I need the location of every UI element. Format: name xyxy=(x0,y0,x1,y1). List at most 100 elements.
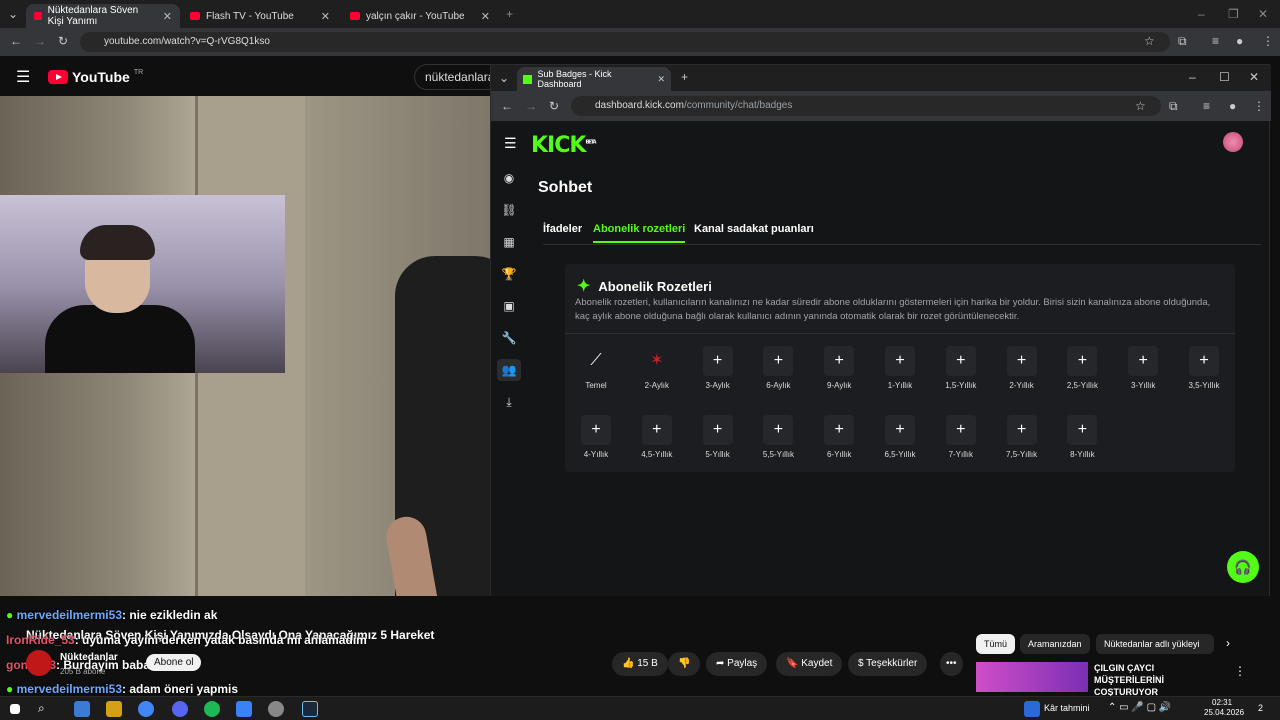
media-icon[interactable]: ≡ xyxy=(1203,99,1210,113)
subscribe-button[interactable]: Abone ol xyxy=(146,654,202,671)
profile-avatar-icon[interactable]: ● xyxy=(1236,34,1243,48)
weather-text[interactable]: Kâr tahmini xyxy=(1044,703,1090,713)
badge-slot[interactable]: +6-Aylık xyxy=(749,346,807,390)
clock-date[interactable]: 25.04.2026 xyxy=(1204,708,1244,717)
extensions-icon[interactable]: ⧉ xyxy=(1178,34,1187,49)
chip-next-icon[interactable]: › xyxy=(1226,636,1230,650)
red-figure-badge-icon[interactable]: ✶ xyxy=(642,346,672,376)
forward-icon[interactable]: → xyxy=(525,99,537,113)
badge-slot[interactable]: +3-Yıllık xyxy=(1114,346,1172,390)
minimize-icon[interactable]: – xyxy=(1198,7,1205,21)
back-icon[interactable]: ← xyxy=(501,99,513,113)
add-badge-icon[interactable]: + xyxy=(641,415,672,445)
youtube-logo[interactable]: YouTube TR xyxy=(48,69,143,85)
address-bar[interactable]: youtube.com/watch?v=Q-rVG8Q1kso xyxy=(80,32,1170,52)
clock-time[interactable]: 02:31 xyxy=(1212,698,1232,707)
add-badge-icon[interactable]: + xyxy=(763,346,794,376)
channel-name[interactable]: Nüktedanlar xyxy=(60,652,118,663)
badge-slot[interactable]: +9-Aylık xyxy=(810,346,868,390)
search-icon[interactable]: ⌕ xyxy=(38,701,45,716)
badge-slot[interactable]: +1-Yıllık xyxy=(871,346,929,390)
outer-tab-1[interactable]: Nüktedanlara Söven Kişi Yanımı ✕ xyxy=(26,4,180,28)
badge-slot[interactable]: +2,5-Yıllık xyxy=(1053,346,1111,390)
badge-slot[interactable]: +6-Yıllık xyxy=(810,415,868,459)
close-tab-icon[interactable]: ✕ xyxy=(657,74,665,85)
badge-slot[interactable]: +6,5-Yıllık xyxy=(871,415,929,459)
close-window-icon[interactable]: ✕ xyxy=(1249,70,1259,84)
support-button[interactable]: 🎧 xyxy=(1227,551,1259,583)
badge-slot[interactable]: ⟋ Temel xyxy=(567,346,625,390)
hamburger-menu-icon[interactable]: ☰ xyxy=(504,135,517,152)
add-badge-icon[interactable]: + xyxy=(581,415,611,445)
badge-slot[interactable]: +7,5-Yıllık xyxy=(993,415,1051,459)
analytics-icon[interactable]: ▦ xyxy=(497,231,521,253)
recommendation-menu-icon[interactable]: ⋮ xyxy=(1234,664,1246,678)
close-tab-icon[interactable]: ✕ xyxy=(163,10,172,23)
more-actions-button[interactable]: ••• xyxy=(940,652,963,676)
chip-uploader[interactable]: Nüktedanlar adlı yükleyi xyxy=(1096,634,1214,654)
profile-avatar-icon[interactable]: ● xyxy=(1229,99,1236,113)
badge-slot[interactable]: +1,5-Yıllık xyxy=(932,346,990,390)
badge-slot[interactable]: +2-Yıllık xyxy=(993,346,1051,390)
sperm-badge-icon[interactable]: ⟋ xyxy=(581,346,611,376)
chip-from-search[interactable]: Aramanızdan xyxy=(1020,634,1090,654)
bookmark-star-icon[interactable]: ☆ xyxy=(1135,99,1146,113)
tray-icons[interactable]: ⌃ ▭ 🎤 ▢ 🔊 xyxy=(1108,702,1171,713)
discord-icon[interactable] xyxy=(172,701,188,717)
badge-slot[interactable]: +8-Yıllık xyxy=(1053,415,1111,459)
tab-emotes[interactable]: İfadeler xyxy=(543,223,582,235)
bookmark-star-icon[interactable]: ☆ xyxy=(1144,34,1155,48)
close-window-icon[interactable]: ✕ xyxy=(1258,7,1268,21)
tab-list-icon[interactable]: ⌄ xyxy=(8,7,18,21)
add-badge-icon[interactable]: + xyxy=(885,346,915,376)
badge-slot[interactable]: +5-Yıllık xyxy=(689,415,747,459)
add-badge-icon[interactable]: + xyxy=(1189,346,1219,376)
tab-sub-badges[interactable]: Abonelik rozetleri xyxy=(593,223,686,243)
forward-icon[interactable]: → xyxy=(34,34,46,48)
outer-tab-3[interactable]: yalçın çakır - YouTube ✕ xyxy=(342,4,498,28)
add-badge-icon[interactable]: + xyxy=(945,415,976,445)
recommendation-title[interactable]: ÇILGIN ÇAYCI MÜŞTERİLERİNİ COŞTURUYOR xyxy=(1094,662,1224,698)
channel-avatar[interactable] xyxy=(26,650,52,676)
address-bar[interactable]: dashboard.kick.com/community/chat/badges xyxy=(571,96,1161,116)
add-badge-icon[interactable]: + xyxy=(702,415,733,445)
add-badge-icon[interactable]: + xyxy=(824,415,855,445)
add-badge-icon[interactable]: + xyxy=(945,346,976,376)
media-icon[interactable]: ≡ xyxy=(1212,34,1219,48)
recommendation-thumbnail[interactable] xyxy=(976,662,1088,692)
add-badge-icon[interactable]: + xyxy=(1006,415,1037,445)
dislike-button[interactable]: 👎 xyxy=(668,652,701,676)
new-tab-icon[interactable]: + xyxy=(506,7,513,21)
extensions-icon[interactable]: ⧉ xyxy=(1169,99,1178,114)
hamburger-menu-icon[interactable]: ☰ xyxy=(16,67,30,87)
tab-list-icon[interactable]: ⌄ xyxy=(499,71,509,85)
like-button[interactable]: 👍 15 B xyxy=(612,652,668,676)
stream-icon[interactable]: ◉ xyxy=(497,167,521,189)
add-badge-icon[interactable]: + xyxy=(824,346,855,376)
reload-icon[interactable]: ↻ xyxy=(58,34,68,48)
back-icon[interactable]: ← xyxy=(10,34,22,48)
obs-icon[interactable] xyxy=(268,701,284,717)
link-icon[interactable]: ⛓ xyxy=(497,199,521,221)
trophy-icon[interactable]: 🏆 xyxy=(497,263,521,285)
badge-slot[interactable]: +7-Yıllık xyxy=(932,415,990,459)
add-badge-icon[interactable]: + xyxy=(1067,346,1098,376)
add-badge-icon[interactable]: + xyxy=(1067,415,1098,445)
badge-slot[interactable]: +4,5-Yıllık xyxy=(628,415,686,459)
inner-tab-kick[interactable]: Sub Badges - Kick Dashboard ✕ xyxy=(517,67,671,91)
steam-icon[interactable] xyxy=(302,701,318,717)
share-button[interactable]: ➦ Paylaş xyxy=(706,652,768,676)
download-icon[interactable]: ⤓ xyxy=(497,391,521,413)
chip-all[interactable]: Tümü xyxy=(976,634,1016,654)
spotify-icon[interactable] xyxy=(204,701,220,717)
add-badge-icon[interactable]: + xyxy=(1006,346,1037,376)
outer-tab-2[interactable]: Flash TV - YouTube ✕ xyxy=(182,4,338,28)
badge-slot[interactable]: +3-Aylık xyxy=(689,346,747,390)
community-icon[interactable]: 👥 xyxy=(497,359,521,381)
chrome-icon[interactable] xyxy=(138,701,154,717)
badge-slot[interactable]: +5,5-Yıllık xyxy=(749,415,807,459)
add-badge-icon[interactable]: + xyxy=(1128,346,1159,376)
notification-badge[interactable]: 2 xyxy=(1258,703,1263,713)
save-button[interactable]: 🔖 Kaydet xyxy=(776,652,843,676)
thanks-button[interactable]: $ Teşekkürler xyxy=(848,652,928,676)
